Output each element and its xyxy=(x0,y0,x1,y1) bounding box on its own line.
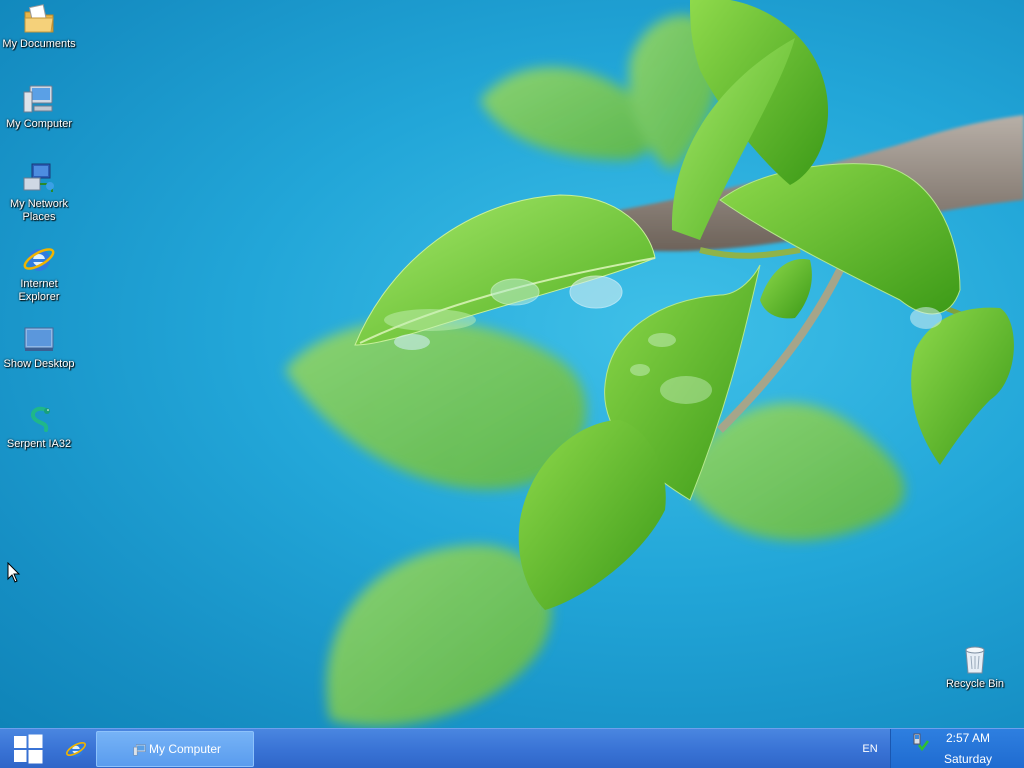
desktop-icon-label: Show Desktop xyxy=(3,358,75,370)
computer-icon xyxy=(23,85,53,113)
system-tray: 2:57 AM Saturday xyxy=(890,729,1024,768)
desktop-icon-label: My Network Places xyxy=(9,198,69,223)
desktop-icon-label: My Computer xyxy=(5,118,73,130)
quick-launch-internet-explorer[interactable] xyxy=(64,738,88,760)
computer-icon xyxy=(133,744,146,756)
desktop-wallpaper xyxy=(0,0,1024,728)
language-indicator[interactable]: EN xyxy=(856,738,884,760)
desktop-icon-label: My Documents xyxy=(2,38,76,50)
desktop-icon-label: Internet Explorer xyxy=(18,278,60,303)
desktop-icon-internet-explorer[interactable]: Internet Explorer xyxy=(1,242,77,304)
clock-day[interactable]: Saturday xyxy=(931,752,1005,766)
desktop-icon-label: Serpent IA32 xyxy=(6,438,72,450)
start-button[interactable] xyxy=(0,729,56,768)
internet-explorer-icon xyxy=(23,248,55,271)
serpent-icon xyxy=(31,406,50,432)
windows-logo-icon xyxy=(14,734,43,764)
taskbar-button-my-computer[interactable]: My Computer xyxy=(96,731,254,767)
clock-time[interactable]: 2:57 AM xyxy=(931,731,1005,745)
desktop-icon-label: Recycle Bin xyxy=(945,678,1005,690)
taskbar: My Computer EN 2:57 AM Saturday xyxy=(0,728,1024,768)
wallpaper-leaves-illustration xyxy=(285,0,1024,727)
network-icon[interactable] xyxy=(911,733,929,751)
desktop-icon-my-computer[interactable]: My Computer xyxy=(1,82,77,131)
folder-documents-icon xyxy=(24,4,54,33)
desktop-icon-show-desktop[interactable]: Show Desktop xyxy=(1,322,77,371)
show-desktop-icon xyxy=(24,327,54,351)
taskbar-button-label: My Computer xyxy=(149,742,222,756)
mouse-cursor-icon xyxy=(7,562,21,583)
desktop-icon-serpent-ia32[interactable]: Serpent IA32 xyxy=(1,402,77,451)
desktop-icon-my-documents[interactable]: My Documents xyxy=(1,2,77,51)
desktop-icon-recycle-bin[interactable]: Recycle Bin xyxy=(937,642,1013,691)
recycle-bin-icon xyxy=(965,646,985,674)
network-places-icon xyxy=(23,163,54,192)
internet-explorer-icon xyxy=(66,742,86,757)
desktop-icon-my-network-places[interactable]: My Network Places xyxy=(1,162,77,224)
